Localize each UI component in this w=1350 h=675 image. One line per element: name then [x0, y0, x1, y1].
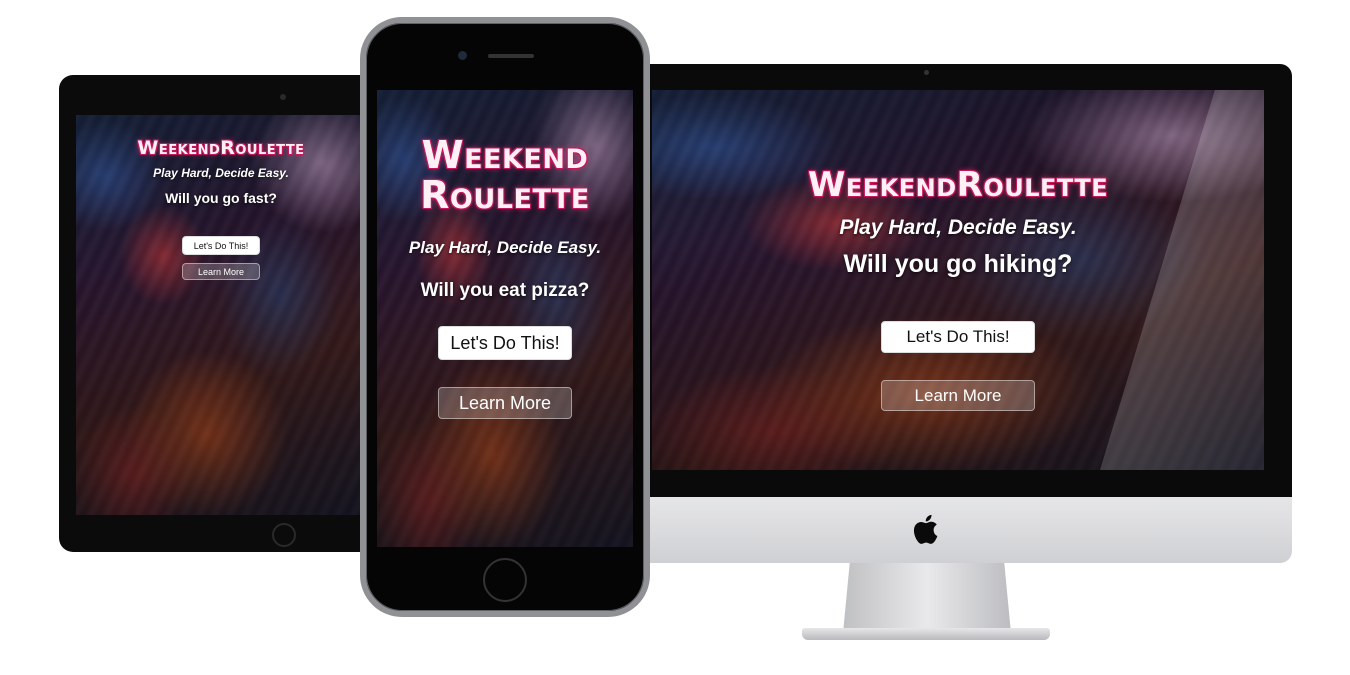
tagline: Play Hard, Decide Easy. [839, 216, 1077, 239]
brand-logo-line1: Weekend [421, 133, 589, 177]
phone-hero: Weekend Roulette Play Hard, Decide Easy.… [377, 90, 633, 547]
phone-home-button [483, 558, 527, 602]
imac-stand-neck [843, 563, 1011, 633]
lets-do-this-button[interactable]: Let's Do This! [881, 321, 1035, 353]
phone-device: Weekend Roulette Play Hard, Decide Easy.… [360, 17, 650, 617]
phone-speaker [488, 54, 534, 58]
question-text: Will you go fast? [165, 190, 277, 206]
phone-screen: Weekend Roulette Play Hard, Decide Easy.… [377, 90, 633, 547]
tagline: Play Hard, Decide Easy. [153, 166, 289, 180]
brand-logo-line2: Roulette [420, 173, 590, 217]
imac-camera [924, 70, 929, 75]
learn-more-button[interactable]: Learn More [438, 387, 572, 419]
tablet-hero: WeekendRoulette Play Hard, Decide Easy. … [76, 115, 366, 515]
imac-screen: WeekendRoulette Play Hard, Decide Easy. … [652, 90, 1264, 470]
question-text: Will you go hiking? [843, 250, 1073, 278]
question-text: Will you eat pizza? [420, 280, 590, 301]
brand-logo: WeekendRoulette [807, 165, 1109, 205]
learn-more-button[interactable]: Learn More [182, 263, 260, 280]
tablet-device: WeekendRoulette Play Hard, Decide Easy. … [59, 75, 389, 552]
tagline: Play Hard, Decide Easy. [408, 238, 602, 257]
learn-more-button[interactable]: Learn More [881, 380, 1035, 411]
phone-camera [458, 51, 467, 60]
apple-logo-icon [913, 514, 938, 544]
lets-do-this-button[interactable]: Let's Do This! [438, 326, 572, 360]
brand-logo: WeekendRoulette [137, 137, 305, 159]
imac-chin [600, 497, 1292, 563]
lets-do-this-button[interactable]: Let's Do This! [182, 236, 260, 255]
tablet-screen: WeekendRoulette Play Hard, Decide Easy. … [76, 115, 366, 515]
imac-display: WeekendRoulette Play Hard, Decide Easy. … [600, 64, 1292, 498]
imac-stand-foot [802, 628, 1050, 640]
desktop-hero: WeekendRoulette Play Hard, Decide Easy. … [652, 90, 1264, 470]
tablet-home-button [272, 523, 296, 547]
tablet-camera [280, 94, 286, 100]
